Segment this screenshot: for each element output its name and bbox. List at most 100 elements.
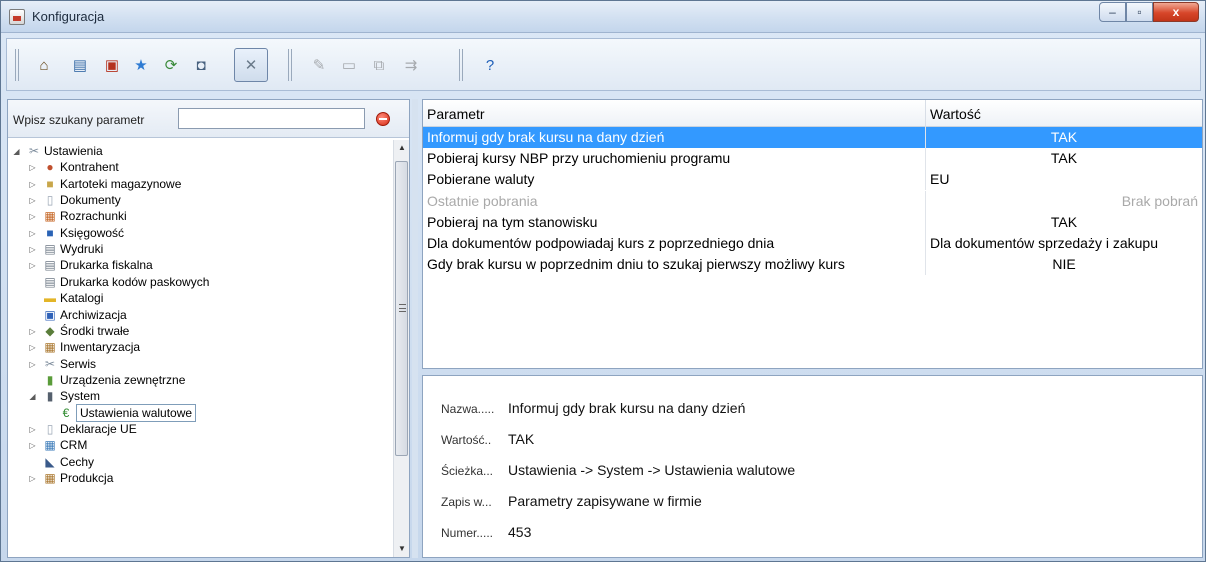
expand-toggle-icon[interactable]: ▷ bbox=[28, 356, 37, 373]
column-header-wartosc[interactable]: Wartość bbox=[925, 100, 1202, 127]
database-icon[interactable]: ◘ bbox=[189, 53, 213, 77]
grid-row[interactable]: Pobierane waluty EU bbox=[423, 169, 1202, 191]
parameter-name-cell[interactable]: Ostatnie pobrania bbox=[423, 191, 925, 212]
home-icon[interactable]: ⌂ bbox=[32, 53, 56, 77]
expand-toggle-icon[interactable]: ▷ bbox=[28, 257, 37, 274]
tree-item[interactable]: ▷ ▤ Drukarka fiskalna bbox=[8, 257, 388, 274]
tree-item[interactable]: ▷ ▦ Produkcja bbox=[8, 470, 388, 487]
expand-toggle-icon[interactable]: ▷ bbox=[28, 176, 37, 193]
parameter-value-cell[interactable]: NIE bbox=[925, 254, 1202, 276]
tree-item[interactable]: ▷ ✂ Serwis bbox=[8, 356, 388, 373]
tree-item[interactable]: ▷ ▤ Wydruki bbox=[8, 241, 388, 258]
grid-row[interactable]: Gdy brak kursu w poprzednim dniu to szuk… bbox=[423, 254, 1202, 276]
expand-toggle-icon[interactable]: ▷ bbox=[28, 437, 37, 454]
column-header-parametr[interactable]: Parametr bbox=[423, 100, 925, 127]
close-button[interactable]: x bbox=[1153, 2, 1199, 22]
contacts-icon: ● bbox=[46, 160, 54, 175]
star-icon[interactable]: ★ bbox=[129, 53, 153, 77]
tree-item[interactable]: ▷ ▦ Inwentaryzacja bbox=[8, 339, 388, 356]
tree-item-label: Katalogi bbox=[60, 291, 104, 306]
tree-item[interactable]: ▷ ▯ Deklaracje UE bbox=[8, 421, 388, 438]
grid-row[interactable]: Ostatnie pobrania Brak pobrań bbox=[423, 190, 1202, 212]
parameter-name-cell[interactable]: Pobieraj na tym stanowisku bbox=[423, 212, 925, 233]
accounting-book-icon: ■ bbox=[46, 225, 54, 240]
tree-item[interactable]: ▬ Katalogi bbox=[8, 290, 388, 307]
tree-item[interactable]: ▷ ● Kontrahent bbox=[8, 159, 388, 176]
scrollbar-thumb[interactable] bbox=[395, 161, 408, 456]
tree-item[interactable]: ◣ Cechy bbox=[8, 454, 388, 471]
expand-toggle-icon[interactable]: ◢ bbox=[12, 143, 21, 160]
tree-item-label: Ustawienia bbox=[44, 144, 103, 158]
expand-toggle-icon[interactable]: ▷ bbox=[28, 241, 37, 258]
tree-item[interactable]: ◢ ▮ System bbox=[8, 388, 388, 405]
grid-row[interactable]: Dla dokumentów podpowiadaj kurs z poprze… bbox=[423, 233, 1202, 254]
parameter-value-cell[interactable]: TAK bbox=[925, 148, 1202, 170]
tree-item-label: Księgowość bbox=[60, 225, 125, 240]
toolbar-separator bbox=[15, 49, 19, 81]
title-bar[interactable]: Konfiguracja – ▫ x bbox=[1, 1, 1205, 33]
detail-label: Nazwa..... bbox=[441, 402, 495, 416]
expand-toggle-icon[interactable]: ▷ bbox=[28, 470, 37, 487]
tree-item[interactable]: € Ustawienia walutowe bbox=[8, 403, 388, 422]
parameter-name-cell[interactable]: Dla dokumentów podpowiadaj kurs z poprze… bbox=[423, 233, 925, 254]
tree-item[interactable]: ▮ Urządzenia zewnętrzne bbox=[8, 372, 388, 389]
detail-row: Zapis w... Parametry zapisywane w firmie bbox=[441, 491, 702, 511]
users-icon[interactable]: ▣ bbox=[100, 53, 124, 77]
tree-item-label: Rozrachunki bbox=[60, 209, 127, 224]
expand-toggle-icon[interactable]: ▷ bbox=[28, 339, 37, 356]
maximize-button[interactable]: ▫ bbox=[1126, 2, 1153, 22]
expand-toggle-icon[interactable]: ▷ bbox=[28, 159, 37, 176]
expand-toggle-icon[interactable]: ▷ bbox=[28, 225, 37, 242]
tree-item-label: Drukarka fiskalna bbox=[60, 258, 153, 273]
parameter-value-cell[interactable]: Brak pobrań bbox=[925, 190, 1202, 212]
tree-item[interactable]: ▷ ■ Kartoteki magazynowe bbox=[8, 176, 388, 193]
panel-splitter[interactable] bbox=[412, 99, 418, 558]
parameter-value-cell[interactable]: Dla dokumentów sprzedaży i zakupu bbox=[925, 233, 1202, 254]
help-icon[interactable]: ? bbox=[478, 53, 502, 77]
expand-toggle-icon[interactable]: ◢ bbox=[28, 388, 37, 405]
tree-item[interactable]: ▷ ▯ Dokumenty bbox=[8, 192, 388, 209]
tools-icon[interactable]: ✕ bbox=[234, 48, 268, 82]
tree-item[interactable]: ▣ Archiwizacja bbox=[8, 307, 388, 324]
tree-scrollbar[interactable]: ▲ ▼ bbox=[393, 140, 409, 557]
tree-item-label: Produkcja bbox=[60, 471, 114, 485]
warehouse-icon: ■ bbox=[46, 176, 54, 191]
expand-toggle-icon[interactable]: ▷ bbox=[28, 192, 37, 209]
parameter-name-cell[interactable]: Informuj gdy brak kursu na dany dzień bbox=[423, 127, 925, 148]
tree-item-label: Kartoteki magazynowe bbox=[60, 176, 182, 191]
parameter-name-cell[interactable]: Gdy brak kursu w poprzednim dniu to szuk… bbox=[423, 254, 925, 275]
fixed-assets-icon: ◆ bbox=[45, 323, 55, 338]
search-input[interactable] bbox=[178, 108, 365, 129]
parameter-value-cell[interactable]: TAK bbox=[925, 211, 1202, 233]
grid-row[interactable]: Informuj gdy brak kursu na dany dzień TAK bbox=[423, 127, 1202, 148]
grid-row[interactable]: Pobieraj kursy NBP przy uruchomieniu pro… bbox=[423, 148, 1202, 170]
search-bar: Wpisz szukany parametr bbox=[8, 100, 409, 138]
settings-tree[interactable]: ◢ ✂ Ustawienia ▷ ● Kontrahent ▷ ■ Kartoteki maga… bbox=[8, 140, 393, 557]
tree-item[interactable]: ▷ ▦ CRM bbox=[8, 437, 388, 454]
settlements-icon: ▦ bbox=[44, 209, 56, 224]
expand-toggle-icon[interactable]: ▷ bbox=[28, 208, 37, 225]
parameter-value-cell[interactable]: EU bbox=[925, 169, 1202, 191]
tree-item[interactable]: ▷ ■ Księgowość bbox=[8, 225, 388, 242]
refresh-icon[interactable]: ⟳ bbox=[159, 53, 183, 77]
grip-icon bbox=[399, 304, 406, 312]
tree-item[interactable]: ▷ ▦ Rozrachunki bbox=[8, 208, 388, 225]
parameter-value-cell[interactable]: TAK bbox=[925, 127, 1202, 148]
scroll-down-icon[interactable]: ▼ bbox=[394, 541, 410, 557]
floppy-disk-icon: ▣ bbox=[44, 307, 56, 322]
fiscal-printer-icon: ▤ bbox=[44, 258, 56, 273]
parameter-name-cell[interactable]: Pobieraj kursy NBP przy uruchomieniu pro… bbox=[423, 148, 925, 169]
tree-item[interactable]: ▤ Drukarka kodów paskowych bbox=[8, 274, 388, 291]
expand-toggle-icon[interactable]: ▷ bbox=[28, 323, 37, 340]
parameter-name-cell[interactable]: Pobierane waluty bbox=[423, 169, 925, 190]
minimize-button[interactable]: – bbox=[1099, 2, 1126, 22]
tree-item-label: Kontrahent bbox=[60, 160, 119, 175]
card-file-icon[interactable]: ▤ bbox=[68, 53, 92, 77]
tree-item[interactable]: ◢ ✂ Ustawienia bbox=[8, 143, 388, 160]
scroll-up-icon[interactable]: ▲ bbox=[394, 140, 410, 156]
expand-toggle-icon[interactable]: ▷ bbox=[28, 421, 37, 438]
clear-search-icon[interactable] bbox=[376, 112, 390, 126]
tree-item[interactable]: ▷ ◆ Środki trwałe bbox=[8, 323, 388, 340]
grid-row[interactable]: Pobieraj na tym stanowisku TAK bbox=[423, 211, 1202, 233]
detail-row: Numer..... 453 bbox=[441, 522, 531, 542]
